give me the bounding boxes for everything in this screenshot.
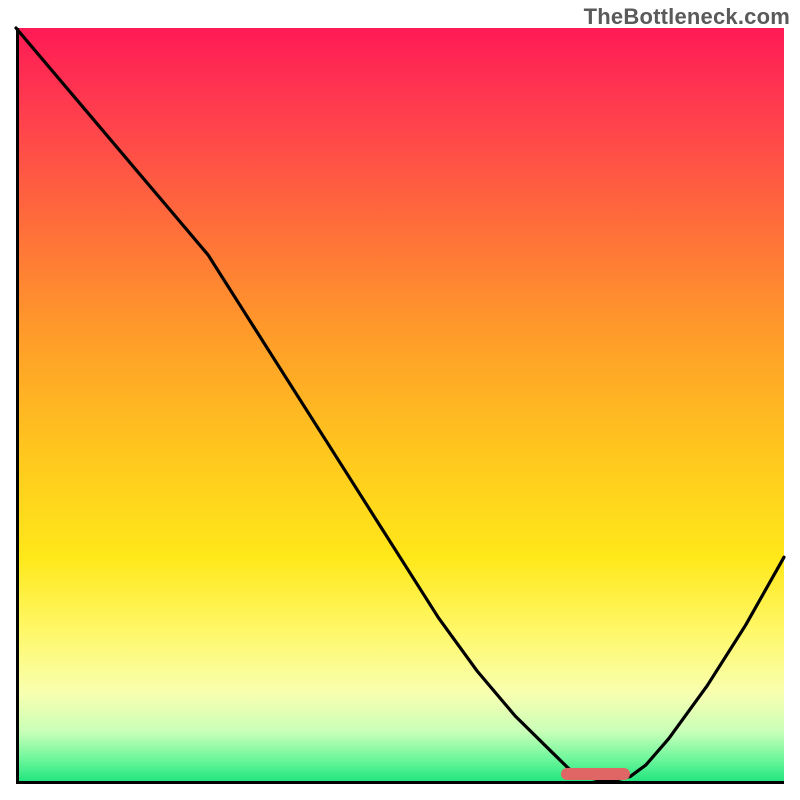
plot-area <box>16 28 784 784</box>
watermark-text: TheBottleneck.com <box>584 4 790 30</box>
optimal-range-marker <box>561 768 630 780</box>
chart-container: TheBottleneck.com <box>0 0 800 800</box>
bottleneck-curve <box>16 28 784 784</box>
curve-path <box>16 28 784 780</box>
